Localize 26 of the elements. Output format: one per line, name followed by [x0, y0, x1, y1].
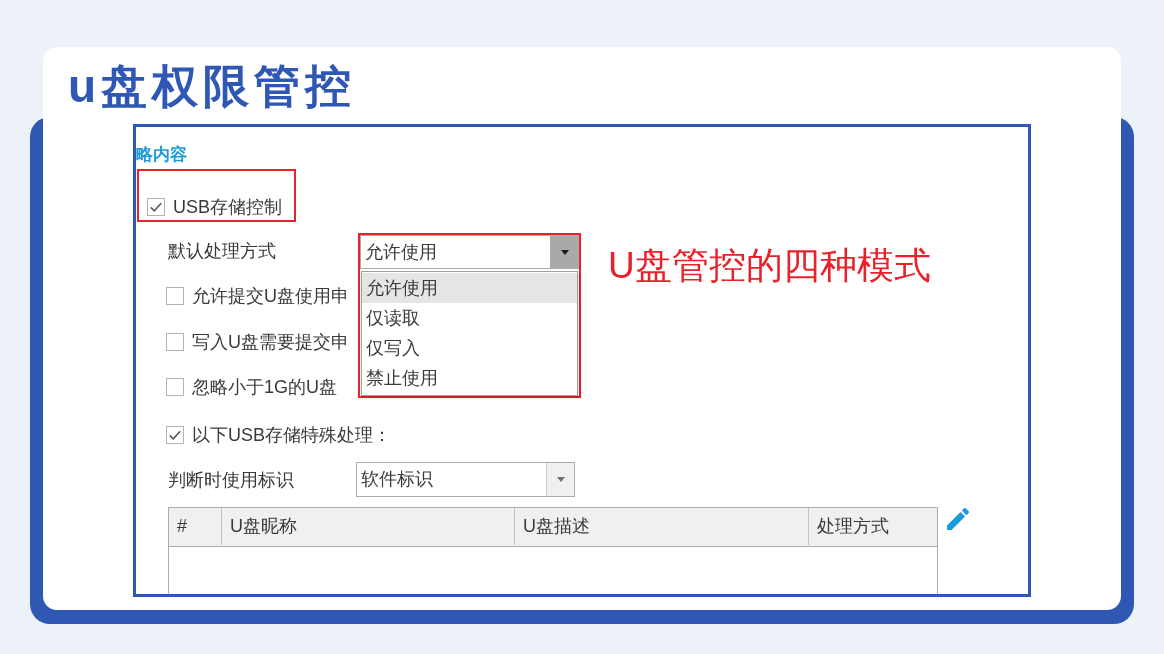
- caret-icon: [556, 477, 565, 482]
- select-field[interactable]: 允许使用: [360, 235, 579, 269]
- slide-title: u盘权限管控: [68, 63, 357, 109]
- checkbox-label: 写入U盘需要提交申: [192, 330, 349, 354]
- dropdown-option[interactable]: 仅写入: [362, 333, 577, 363]
- dropdown-option[interactable]: 禁止使用: [362, 363, 577, 393]
- pencil-icon[interactable]: [947, 508, 969, 530]
- field-label: 默认处理方式: [167, 240, 277, 263]
- checkbox-label: USB存储控制: [173, 197, 282, 216]
- dropdown-button[interactable]: [550, 236, 578, 268]
- checkbox-label: 忽略小于1G的U盘: [192, 376, 337, 399]
- checkbox-label: 允许提交U盘使用申: [192, 285, 349, 308]
- dropdown-option[interactable]: 允许使用: [362, 273, 577, 303]
- field-label: 判断时使用标识: [167, 468, 295, 492]
- dropdown-option[interactable]: 仅读取: [362, 303, 577, 333]
- annotation-text: U盘管控的四种模式: [608, 246, 931, 286]
- checkbox[interactable]: [166, 426, 184, 444]
- checkbox[interactable]: [166, 287, 184, 305]
- checkbox[interactable]: [166, 332, 184, 351]
- select-field[interactable]: 软件标识: [356, 462, 575, 497]
- checkbox-label: 以下USB存储特殊处理：: [192, 424, 391, 447]
- section-heading: 略内容: [136, 144, 187, 166]
- checkbox[interactable]: [166, 378, 184, 396]
- checkbox[interactable]: [147, 197, 165, 216]
- caret-icon: [560, 249, 569, 255]
- dropdown-button[interactable]: [546, 463, 574, 496]
